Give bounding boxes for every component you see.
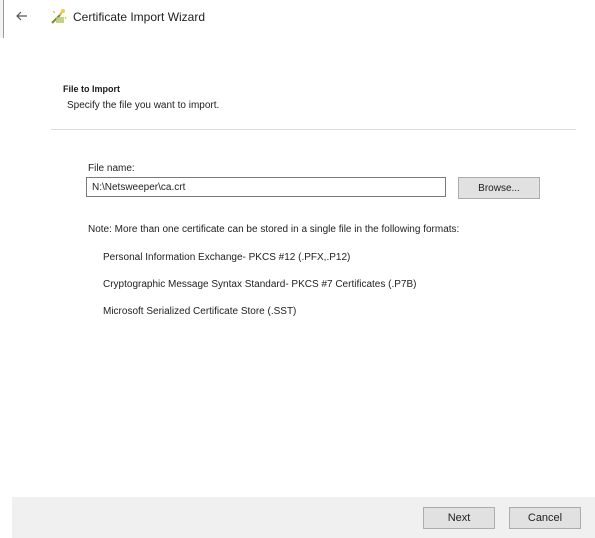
page-header: File to Import Specify the file you want… [63, 84, 219, 111]
wizard-footer [12, 497, 595, 538]
file-name-input[interactable] [86, 177, 446, 197]
next-button[interactable]: Next [423, 507, 495, 529]
back-arrow-icon[interactable] [14, 8, 30, 24]
browse-button[interactable]: Browse... [458, 177, 540, 199]
format-item-pfx: Personal Information Exchange- PKCS #12 … [103, 252, 351, 263]
page-description: Specify the file you want to import. [67, 100, 220, 111]
format-item-sst: Microsoft Serialized Certificate Store (… [103, 306, 297, 317]
window-title: Certificate Import Wizard [73, 10, 206, 24]
format-item-p7b: Cryptographic Message Syntax Standard- P… [103, 279, 417, 290]
file-name-label: File name: [88, 163, 135, 174]
cancel-button[interactable]: Cancel [509, 507, 581, 529]
header-separator [51, 129, 576, 130]
formats-note: Note: More than one certificate can be s… [88, 224, 460, 235]
certificate-import-wizard-window: Certificate Import Wizard File to Import… [0, 0, 595, 538]
page-title: File to Import [63, 84, 120, 94]
certificate-wizard-icon [50, 8, 68, 26]
title-bar: Certificate Import Wizard [0, 0, 595, 38]
formats-list: Personal Information Exchange- PKCS #12 … [103, 252, 416, 333]
